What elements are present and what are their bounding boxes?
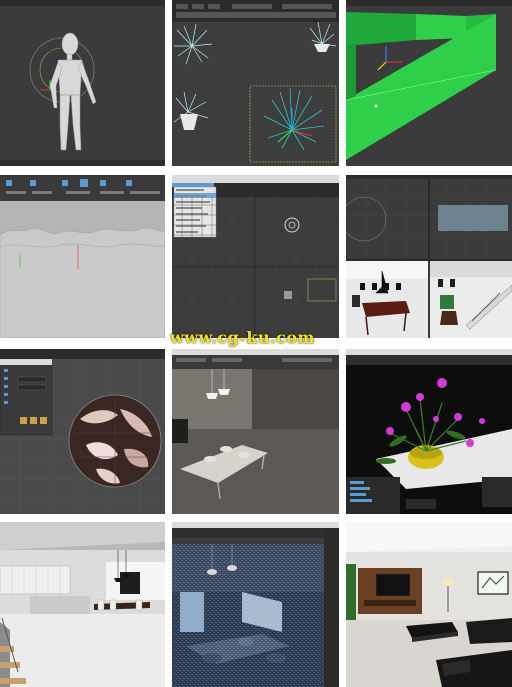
tutorial-collage: www.cg-ku.com (0, 0, 512, 687)
material-sphere-viewport[interactable] (0, 349, 165, 514)
noisy-dining-render[interactable] (172, 522, 339, 687)
dining-room-render[interactable] (172, 349, 339, 514)
plant-instances-viewport[interactable] (172, 0, 339, 166)
television (375, 573, 411, 597)
material-sphere (68, 394, 162, 488)
site-watermark: www.cg-ku.com (170, 328, 315, 347)
workspace-menu-viewport[interactable] (172, 175, 339, 338)
material-editor-panel (0, 358, 53, 436)
workspace-dropdown-menu (173, 186, 217, 238)
flowers-render[interactable] (346, 349, 512, 514)
kitchen-interior-render[interactable] (0, 522, 165, 687)
green-walls-viewport[interactable] (346, 0, 512, 166)
mannequin-viewport[interactable] (0, 0, 165, 166)
living-room-render[interactable] (346, 522, 512, 687)
wall-art (477, 571, 509, 595)
sofa-back (466, 618, 512, 644)
ribbon-terrain-viewport[interactable] (0, 175, 165, 338)
quad-view-stairs[interactable] (346, 175, 512, 338)
